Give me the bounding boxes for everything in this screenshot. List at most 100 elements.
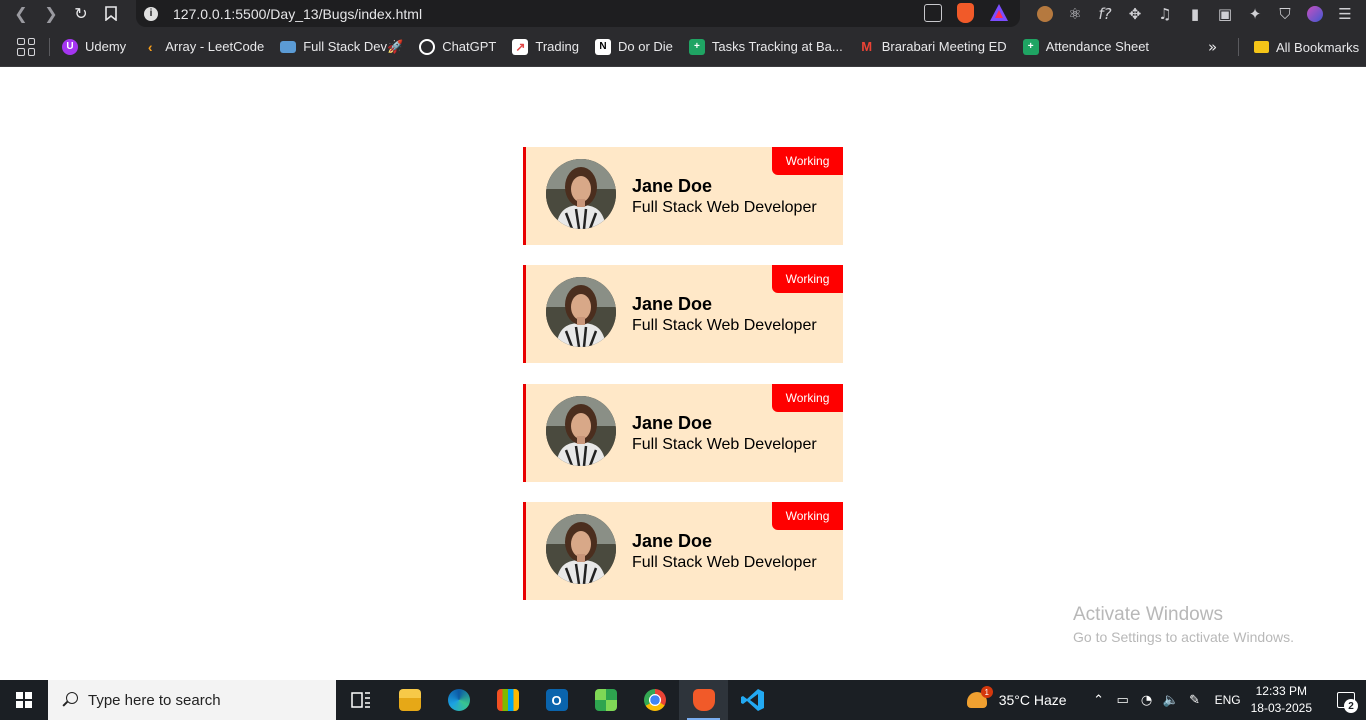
bookmarks-divider: [1238, 38, 1239, 56]
extensions-area: ⚛ f? ✥ ♫ ▮ ▣ ✦ ⛉ ☰: [1030, 0, 1360, 27]
activation-watermark-subtitle: Go to Settings to activate Windows.: [1073, 629, 1294, 645]
taskbar-app-green[interactable]: [581, 680, 630, 720]
status-badge: Working: [772, 502, 843, 530]
task-view-icon: [350, 692, 370, 708]
profile-role: Full Stack Web Developer: [632, 436, 817, 453]
bookmarks-divider: [49, 37, 50, 56]
leo-ai-icon[interactable]: ✦: [1240, 0, 1270, 27]
outlook-icon: O: [545, 689, 568, 711]
bookmark-udemy[interactable]: U Udemy: [62, 38, 126, 55]
sidebar-icon[interactable]: ▮: [1180, 0, 1210, 27]
status-badge: Working: [772, 265, 843, 293]
share-icon[interactable]: [924, 4, 942, 22]
show-hidden-icons-chevron-icon[interactable]: ⌃: [1087, 693, 1111, 708]
bookmark-tasks-tracking[interactable]: + Tasks Tracking at Ba...: [688, 38, 843, 55]
bookmarks-bar: U Udemy ‹ Array - LeetCode Full Stack Dev🚀…: [0, 27, 1366, 67]
avatar: [546, 396, 616, 466]
volume-icon[interactable]: 🔈: [1159, 693, 1183, 708]
profile-name: Jane Doe: [632, 176, 713, 196]
clock-time: 12:33 PM: [1255, 684, 1307, 698]
function-extension-icon[interactable]: f?: [1090, 0, 1120, 27]
bookmark-leetcode[interactable]: ‹ Array - LeetCode: [142, 39, 264, 55]
wallet-icon[interactable]: ▣: [1210, 0, 1240, 27]
windows-logo-icon: [16, 692, 32, 708]
browser-toolbar: ❮ ❯ ↻ i 127.0.0.1:5500/Day_13/Bugs/index…: [0, 0, 1366, 27]
bookmark-full-stack-dev[interactable]: Full Stack Dev🚀: [280, 39, 403, 55]
taskbar-brave[interactable]: [679, 680, 728, 720]
edge-icon: [447, 689, 470, 711]
avatar: [546, 277, 616, 347]
profile-name: Jane Doe: [632, 531, 713, 551]
address-bar[interactable]: i 127.0.0.1:5500/Day_13/Bugs/index.html: [136, 0, 1020, 27]
wifi-icon[interactable]: ◔: [1135, 693, 1159, 708]
vscode-icon: [740, 689, 764, 711]
gmail-icon: M: [861, 39, 873, 54]
weather-badge: 1: [980, 686, 993, 698]
brave-shields-icon[interactable]: [957, 3, 974, 23]
sheets-icon: +: [688, 38, 705, 55]
taskbar-search-box[interactable]: Type here to search: [48, 680, 336, 720]
profile-avatar-icon[interactable]: [1300, 0, 1330, 27]
windows-taskbar: Type here to search O 1 35°C Haze ⌃ ▭ ◔ …: [0, 680, 1366, 720]
bookmark-brarabari-meeting[interactable]: M Brarabari Meeting ED: [859, 39, 1006, 55]
cookie-extension-icon[interactable]: [1030, 0, 1060, 27]
more-bookmarks-chevron-icon[interactable]: »: [1208, 27, 1217, 67]
taskbar-store[interactable]: [483, 680, 532, 720]
media-icon[interactable]: ♫: [1150, 0, 1180, 27]
profile-card: Working Jane Doe Full Stack Web Develope…: [523, 384, 843, 482]
brave-icon: [692, 689, 715, 711]
clock[interactable]: 12:33 PM 18-03-2025: [1251, 683, 1312, 717]
site-info-icon[interactable]: i: [144, 6, 158, 21]
notifications-button[interactable]: 2: [1326, 680, 1366, 720]
bookmark-icon: [105, 6, 117, 21]
bookmark-page-button[interactable]: [96, 0, 126, 27]
search-placeholder: Type here to search: [88, 691, 221, 709]
store-icon: [496, 689, 519, 711]
weather-icon[interactable]: 1: [966, 686, 993, 708]
react-devtools-icon[interactable]: ⚛: [1060, 0, 1090, 27]
chatgpt-icon: [419, 38, 436, 55]
clock-date: 18-03-2025: [1250, 701, 1312, 715]
monitor-icon: [280, 40, 297, 53]
avatar: [546, 514, 616, 584]
vpn-shield-icon[interactable]: ⛉: [1270, 0, 1300, 27]
page-content: Working Jane Doe Full Stack Web Develope…: [0, 67, 1366, 680]
profile-role: Full Stack Web Developer: [632, 199, 817, 216]
chrome-icon: [643, 689, 666, 711]
bookmark-trading[interactable]: ↗ Trading: [512, 38, 579, 55]
bookmark-attendance-sheet[interactable]: + Attendance Sheet: [1022, 38, 1149, 55]
weather-text[interactable]: 35°C Haze: [999, 692, 1067, 708]
status-badge: Working: [772, 147, 843, 175]
pen-icon[interactable]: ✎: [1183, 693, 1207, 708]
profile-role: Full Stack Web Developer: [632, 554, 817, 571]
system-tray: 1 35°C Haze ⌃ ▭ ◔ 🔈 ✎ ENG 12:33 PM 18-03…: [966, 680, 1366, 720]
profile-name: Jane Doe: [632, 413, 713, 433]
brave-rewards-icon[interactable]: [990, 4, 1008, 21]
bookmark-chatgpt[interactable]: ChatGPT: [419, 38, 496, 55]
back-button[interactable]: ❮: [6, 0, 36, 27]
profile-card: Working Jane Doe Full Stack Web Develope…: [523, 502, 843, 600]
reload-button[interactable]: ↻: [66, 0, 96, 27]
forward-button[interactable]: ❯: [36, 0, 66, 27]
battery-icon[interactable]: ▭: [1111, 693, 1135, 708]
folder-icon: [1254, 41, 1269, 53]
notification-count: 2: [1344, 699, 1358, 713]
taskbar-outlook[interactable]: O: [532, 680, 581, 720]
apps-grid-icon[interactable]: [17, 37, 35, 56]
leetcode-icon: ‹: [147, 38, 153, 55]
taskbar-chrome[interactable]: [630, 680, 679, 720]
start-button[interactable]: [0, 680, 48, 720]
extensions-puzzle-icon[interactable]: ✥: [1120, 0, 1150, 27]
menu-icon[interactable]: ☰: [1330, 0, 1360, 27]
bookmark-do-or-die[interactable]: N Do or Die: [594, 38, 673, 55]
language-indicator[interactable]: ENG: [1215, 693, 1241, 707]
activation-watermark-title: Activate Windows: [1073, 604, 1223, 625]
taskbar-vscode[interactable]: [728, 680, 777, 720]
taskbar-file-explorer[interactable]: [385, 680, 434, 720]
sheets-icon: +: [1022, 38, 1039, 55]
udemy-icon: U: [62, 38, 78, 55]
profile-card: Working Jane Doe Full Stack Web Develope…: [523, 265, 843, 363]
taskbar-edge[interactable]: [434, 680, 483, 720]
all-bookmarks-button[interactable]: All Bookmarks: [1254, 27, 1359, 67]
task-view-button[interactable]: [336, 680, 385, 720]
